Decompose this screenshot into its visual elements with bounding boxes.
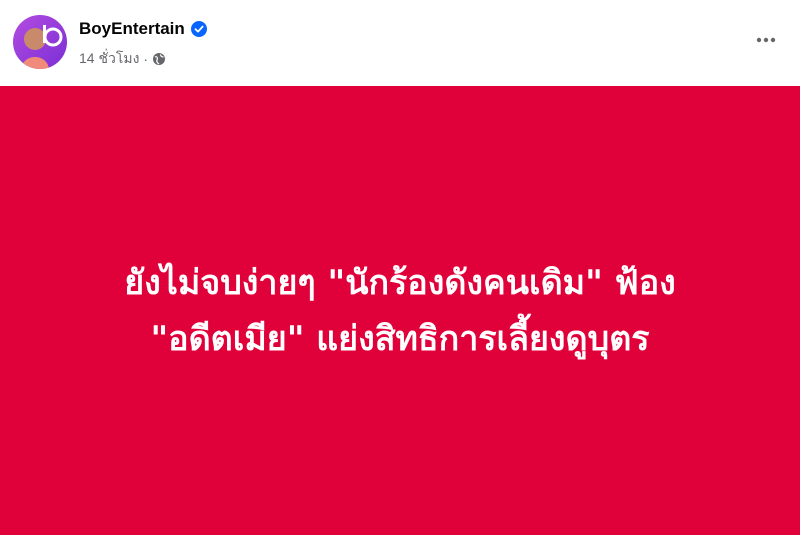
author-avatar[interactable]	[13, 15, 67, 69]
post-header: BoyEntertain 14 ชั่วโมง ·	[0, 0, 800, 86]
headline-line-2: "อดีตเมีย" แย่งสิทธิการเลี้ยงดูบุตร	[150, 318, 650, 359]
post-meta: 14 ชั่วโมง ·	[79, 49, 166, 69]
meta-separator: ·	[143, 51, 149, 67]
post-image[interactable]: ยังไม่จบง่ายๆ "นักร้องดังคนเดิม" ฟ้อง "อ…	[0, 86, 800, 535]
globe-icon[interactable]	[152, 52, 166, 66]
headline-text: ยังไม่จบง่ายๆ "นักร้องดังคนเดิม" ฟ้อง "อ…	[20, 255, 780, 367]
verified-badge-icon	[190, 21, 207, 37]
post-timestamp[interactable]: 14 ชั่วโมง	[79, 48, 139, 70]
post-options-button[interactable]	[748, 24, 784, 56]
headline-line-1: ยังไม่จบง่ายๆ "นักร้องดังคนเดิม" ฟ้อง	[124, 262, 676, 303]
author-name[interactable]: BoyEntertain	[79, 19, 185, 39]
more-horizontal-icon	[756, 37, 776, 43]
author-row: BoyEntertain	[79, 18, 207, 40]
